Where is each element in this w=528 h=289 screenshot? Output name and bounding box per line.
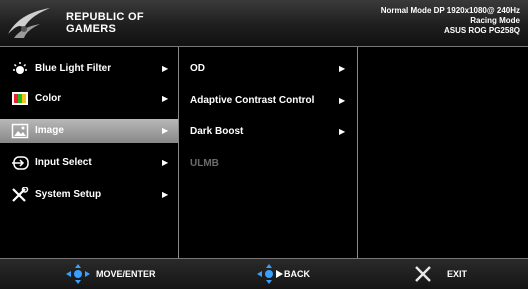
chevron-right-icon: ▶ xyxy=(339,127,346,136)
submenu-item-ulmb: ULMB xyxy=(179,152,357,176)
brand-line-2: GAMERS xyxy=(66,23,117,35)
move-enter-button[interactable]: MOVE/ENTER xyxy=(66,259,176,289)
sub-menu-panel: OD ▶ Adaptive Contrast Control ▶ Dark Bo… xyxy=(179,47,357,258)
submenu-item-label: Dark Boost xyxy=(190,126,244,137)
move-enter-label: MOVE/ENTER xyxy=(96,269,156,279)
chevron-right-icon: ▶ xyxy=(162,158,169,167)
brand-name: REPUBLIC OF GAMERS xyxy=(66,11,144,35)
chevron-right-icon: ▶ xyxy=(162,94,169,103)
chevron-right-icon: ▶ xyxy=(162,126,169,135)
main-menu-panel: Blue Light Filter ▶ Color ▶ Image ▶ Inpu… xyxy=(0,47,178,258)
detail-panel xyxy=(358,47,528,258)
submenu-item-adaptive-contrast-control[interactable]: Adaptive Contrast Control ▶ xyxy=(179,89,357,113)
menu-item-input-select[interactable]: Input Select ▶ xyxy=(0,151,178,175)
status-model-line: ASUS ROG PG258Q xyxy=(443,26,520,35)
brand-line-1: REPUBLIC OF xyxy=(66,11,144,23)
menu-item-label: Color xyxy=(35,93,62,104)
submenu-item-od[interactable]: OD ▶ xyxy=(179,57,357,81)
osd-menu: REPUBLIC OF GAMERS Normal Mode DP 1920x1… xyxy=(0,0,528,289)
joystick-move-icon xyxy=(66,264,90,284)
back-label: BACK xyxy=(284,269,310,279)
submenu-item-dark-boost[interactable]: Dark Boost ▶ xyxy=(179,120,357,144)
menu-item-label: Blue Light Filter xyxy=(35,63,112,74)
menu-item-label: Image xyxy=(35,125,64,136)
exit-button[interactable]: EXIT xyxy=(414,259,484,289)
menu-item-system-setup[interactable]: System Setup ▶ xyxy=(0,183,178,207)
menu-item-blue-light-filter[interactable]: Blue Light Filter ▶ xyxy=(0,57,178,81)
menu-item-image[interactable]: Image ▶ xyxy=(0,119,178,143)
chevron-right-icon: ▶ xyxy=(162,64,169,73)
submenu-item-label: OD xyxy=(190,63,205,74)
close-icon xyxy=(415,266,431,282)
chevron-right-icon: ▶ xyxy=(339,64,346,73)
status-racing-line: Racing Mode xyxy=(470,16,520,25)
chevron-right-icon: ▶ xyxy=(339,96,346,105)
exit-label: EXIT xyxy=(447,269,468,279)
image-icon xyxy=(11,123,29,139)
submenu-item-label: Adaptive Contrast Control xyxy=(190,95,315,106)
color-icon xyxy=(12,92,28,105)
system-setup-icon xyxy=(12,187,29,202)
footer-bar: MOVE/ENTER BACK EXIT xyxy=(0,258,528,289)
rog-logo-icon xyxy=(8,8,50,38)
chevron-right-icon: ▶ xyxy=(162,190,169,199)
menu-item-label: System Setup xyxy=(35,189,102,200)
status-info: Normal Mode DP 1920x1080@ 240Hz Racing M… xyxy=(381,6,520,36)
input-select-icon xyxy=(12,156,29,170)
menu-item-label: Input Select xyxy=(35,157,92,168)
back-button[interactable]: BACK xyxy=(257,259,337,289)
submenu-item-label: ULMB xyxy=(190,158,219,169)
joystick-back-icon xyxy=(257,264,283,284)
menu-item-color[interactable]: Color ▶ xyxy=(0,87,178,111)
status-mode-line: Normal Mode DP 1920x1080@ 240Hz xyxy=(380,6,520,15)
blue-light-icon xyxy=(13,62,27,74)
header-bar: REPUBLIC OF GAMERS Normal Mode DP 1920x1… xyxy=(0,0,528,47)
